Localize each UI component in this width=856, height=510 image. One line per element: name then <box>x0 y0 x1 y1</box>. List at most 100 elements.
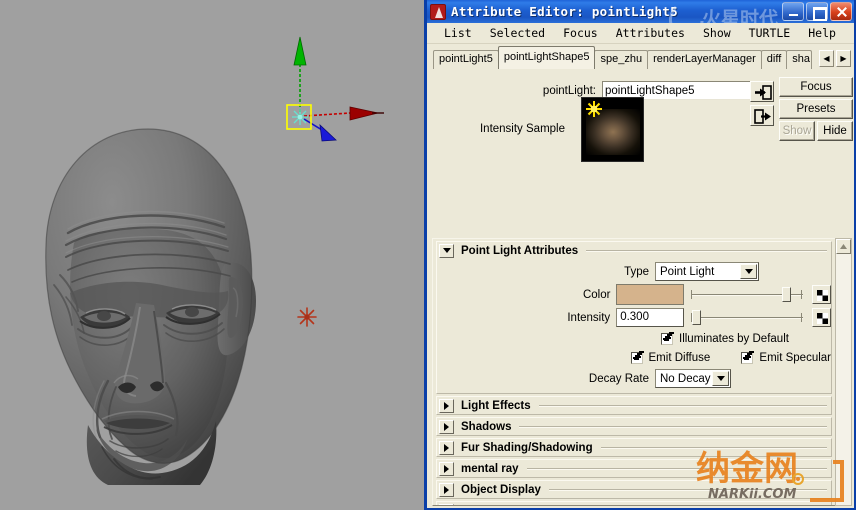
head-model <box>30 125 270 485</box>
close-button[interactable] <box>830 2 852 21</box>
row-intensity: Intensity 0.300 <box>437 307 832 328</box>
maya-app-icon <box>430 3 446 20</box>
intensity-sample-swatch[interactable] <box>581 97 644 162</box>
menu-help[interactable]: Help <box>799 25 845 41</box>
frame-title-mental-ray: mental ray <box>461 462 519 475</box>
tab-scroll-left-icon[interactable]: ◀ <box>819 50 834 67</box>
illuminates-by-default-checkbox[interactable] <box>661 332 673 345</box>
point-light-star-icon[interactable] <box>297 307 317 327</box>
intensity-slider[interactable] <box>691 308 804 327</box>
type-dropdown[interactable]: Point Light <box>655 262 759 281</box>
frame-title-light-effects: Light Effects <box>461 399 531 412</box>
window-controls[interactable] <box>782 2 852 21</box>
emit-specular-checkbox[interactable] <box>741 351 754 364</box>
axis-y-arrow <box>293 36 307 66</box>
node-tabs[interactable]: pointLight5 pointLightShape5 spe_zhu ren… <box>427 44 854 69</box>
minimize-button[interactable] <box>782 2 804 21</box>
menu-focus[interactable]: Focus <box>554 25 607 41</box>
chevron-down-icon <box>442 248 451 253</box>
row-color: Color <box>437 284 831 305</box>
tab-scroll-arrows[interactable]: ◀ ▶ <box>819 50 851 67</box>
menubar[interactable]: List Selected Focus Attributes Show TURT… <box>427 23 854 44</box>
svg-text:火星时代: 火星时代 <box>702 8 778 23</box>
load-attributes-button[interactable] <box>750 81 774 102</box>
frame-header-fur-shading-shadowing[interactable]: Fur Shading/Shadowing <box>437 439 831 456</box>
tab-pointLightShape5[interactable]: pointLightShape5 <box>497 46 596 69</box>
frame-header-mental-ray[interactable]: mental ray <box>437 460 831 477</box>
copy-tab-button[interactable] <box>750 105 774 126</box>
color-swatch[interactable] <box>616 284 684 305</box>
focus-button[interactable]: Focus <box>779 77 853 97</box>
row-decay-rate: Decay Rate No Decay <box>437 368 831 389</box>
frame-header-shadows[interactable]: Shadows <box>437 418 831 435</box>
expand-toggle-mental-ray[interactable] <box>439 461 454 476</box>
intensity-map-button[interactable] <box>812 308 832 327</box>
menu-list[interactable]: List <box>435 25 481 41</box>
frame-object-display: Object Display <box>436 480 832 499</box>
hide-button[interactable]: Hide <box>817 121 853 141</box>
frame-shadows: Shadows <box>436 417 832 436</box>
window-title: Attribute Editor: pointLight5 <box>451 4 678 19</box>
checker-map-icon <box>817 313 829 324</box>
tab-pointLight5[interactable]: pointLight5 <box>433 50 499 69</box>
color-map-button[interactable] <box>812 285 831 304</box>
label-type: Type <box>624 265 649 278</box>
decay-rate-dropdown-value: No Decay <box>660 372 711 385</box>
expand-toggle-node-behavior[interactable] <box>439 503 454 505</box>
chevron-down-icon[interactable] <box>740 264 757 279</box>
screenshot-root: Attribute Editor: pointLight5 火星时代 www.h… <box>0 0 856 510</box>
type-dropdown-value: Point Light <box>660 265 715 278</box>
color-slider-handle[interactable] <box>782 287 792 302</box>
frame-title-shadows: Shadows <box>461 420 512 433</box>
arrow-into-box-icon <box>755 85 772 100</box>
frame-title-point-light-attributes: Point Light Attributes <box>461 244 579 257</box>
menu-selected[interactable]: Selected <box>481 25 554 41</box>
frame-header-point-light-attributes[interactable]: Point Light Attributes <box>437 242 831 259</box>
frame-title-fur-shading-shadowing: Fur Shading/Shadowing <box>461 441 593 454</box>
expand-toggle-shadows[interactable] <box>439 419 454 434</box>
decay-rate-dropdown[interactable]: No Decay <box>655 369 731 388</box>
frame-node-behavior: Node Behavior <box>436 501 832 505</box>
intensity-input[interactable]: 0.300 <box>616 308 685 327</box>
menu-turtle[interactable]: TURTLE <box>740 25 800 41</box>
chevron-right-icon <box>444 464 449 473</box>
node-type-label: pointLight: <box>542 84 596 97</box>
tab-spe_zhu[interactable]: spe_zhu <box>594 50 649 69</box>
tab-diff[interactable]: diff <box>760 50 788 69</box>
color-slider[interactable] <box>690 285 803 304</box>
frame-header-node-behavior[interactable]: Node Behavior <box>437 502 831 505</box>
frame-light-effects: Light Effects <box>436 396 832 415</box>
menu-show[interactable]: Show <box>694 25 740 41</box>
chevron-right-icon <box>444 443 449 452</box>
attributes-scroll-area[interactable]: Point Light Attributes Type Point Light <box>432 238 836 506</box>
expand-toggle-light-effects[interactable] <box>439 398 454 413</box>
maya-3d-viewport[interactable] <box>0 0 424 510</box>
presets-button[interactable]: Presets <box>779 99 853 119</box>
frame-mental-ray: mental ray <box>436 459 832 478</box>
frame-title-object-display: Object Display <box>461 483 541 496</box>
tab-renderLayerManager[interactable]: renderLayerManager <box>647 50 762 69</box>
emit-diffuse-checkbox[interactable] <box>630 351 643 364</box>
maximize-button[interactable] <box>806 2 828 21</box>
collapse-toggle-point-light-attributes[interactable] <box>439 243 454 258</box>
expand-toggle-object-display[interactable] <box>439 482 454 497</box>
chevron-right-icon <box>444 485 449 494</box>
scroll-up-button[interactable] <box>836 239 851 254</box>
intensity-sample-label: Intensity Sample <box>479 123 565 135</box>
tab-scroll-right-icon[interactable]: ▶ <box>836 50 851 67</box>
menu-attributes[interactable]: Attributes <box>607 25 694 41</box>
move-manipulator[interactable] <box>260 25 390 155</box>
window-titlebar[interactable]: Attribute Editor: pointLight5 火星时代 www.h… <box>427 0 854 23</box>
expand-toggle-fur-shading-shadowing[interactable] <box>439 440 454 455</box>
label-decay-rate: Decay Rate <box>588 372 649 385</box>
frame-header-light-effects[interactable]: Light Effects <box>437 397 831 414</box>
frame-header-object-display[interactable]: Object Display <box>437 481 831 498</box>
row-emit-flags: Emit Diffuse Emit Specular <box>437 349 831 366</box>
attribute-editor-window: Attribute Editor: pointLight5 火星时代 www.h… <box>424 0 856 510</box>
attributes-scrollbar[interactable] <box>835 238 852 506</box>
arrow-out-of-box-icon <box>754 109 771 124</box>
tab-sha[interactable]: sha <box>786 50 813 69</box>
intensity-slider-handle[interactable] <box>691 310 701 325</box>
chevron-down-icon[interactable] <box>712 371 729 386</box>
frame-divider <box>586 249 827 252</box>
